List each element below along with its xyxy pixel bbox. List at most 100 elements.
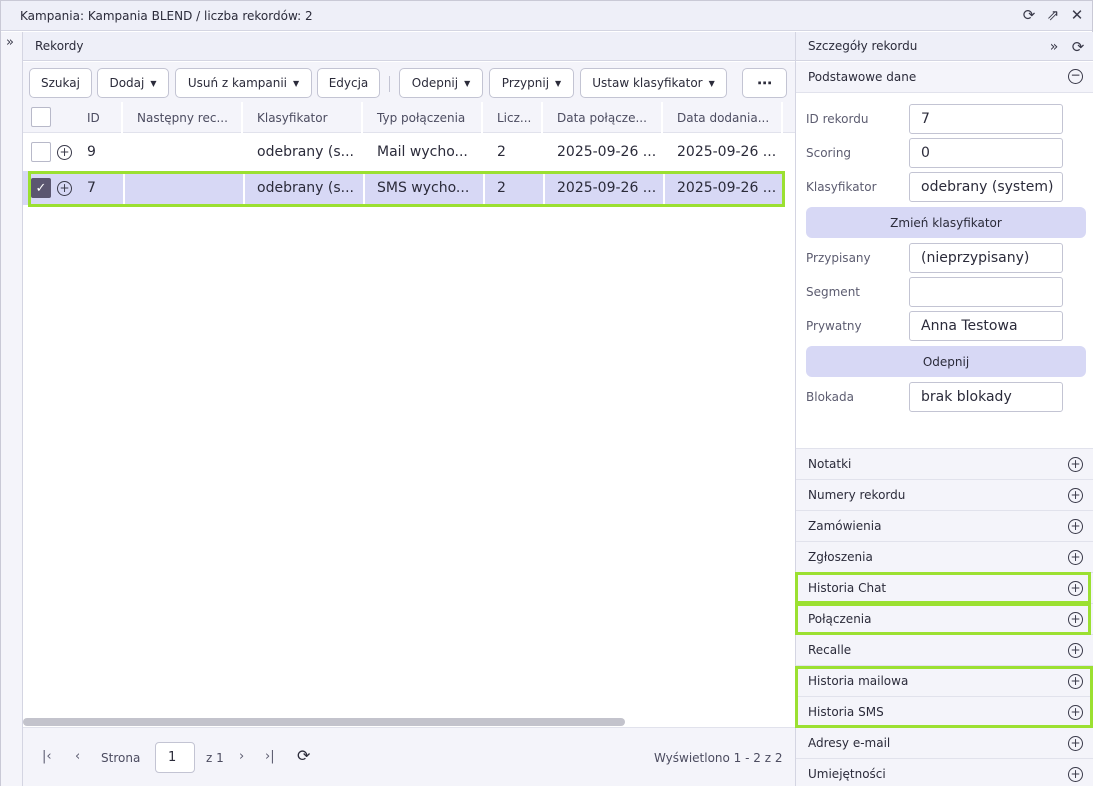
- column-id[interactable]: ID: [75, 102, 123, 133]
- column-next-record-label: Następny rec...: [137, 110, 228, 125]
- scoring-field[interactable]: 0: [909, 138, 1063, 168]
- add-button-label: Dodaj: [109, 76, 145, 90]
- basic-data-title: Podstawowe dane: [808, 70, 917, 84]
- expand-plus-icon[interactable]: +: [1068, 457, 1083, 472]
- set-classifier-label: Ustaw klasyfikator: [592, 76, 703, 90]
- unpin-details-label: Odepnij: [922, 354, 970, 369]
- page-number-input[interactable]: 1: [155, 742, 195, 773]
- more-button[interactable]: ⋯: [742, 68, 787, 98]
- private-field[interactable]: Anna Testowa: [909, 311, 1063, 341]
- refresh-icon[interactable]: ⟳: [297, 746, 310, 765]
- column-connection-type[interactable]: Typ połączenia: [365, 102, 483, 133]
- section-recalls[interactable]: Recalle +: [796, 634, 1093, 665]
- assigned-label: Przypisany: [806, 251, 871, 265]
- records-toolbar: Szukaj Dodaj ▼ Usuń z kampanii ▼ Edycja Od…: [23, 62, 795, 102]
- horizontal-scrollbar[interactable]: [23, 718, 625, 726]
- classifier-field[interactable]: odebrany (system): [909, 172, 1063, 202]
- section-orders-label: Zamówienia: [808, 519, 882, 533]
- column-count[interactable]: Licz...: [485, 102, 543, 133]
- caret-down-icon: ▼: [708, 78, 715, 88]
- external-link-icon[interactable]: ⇗: [1044, 6, 1062, 24]
- expand-plus-icon[interactable]: +: [1068, 767, 1083, 782]
- unpin-details-button[interactable]: Odepnij: [806, 346, 1086, 377]
- section-tickets[interactable]: Zgłoszenia +: [796, 541, 1093, 572]
- window-title: Kampania: Kampania BLEND / liczba rekord…: [20, 9, 313, 23]
- scoring-label: Scoring: [806, 146, 852, 160]
- expand-plus-icon[interactable]: +: [1068, 550, 1083, 565]
- section-notes[interactable]: Notatki +: [796, 448, 1093, 479]
- section-record-numbers[interactable]: Numery rekordu +: [796, 479, 1093, 510]
- change-classifier-label: Zmień klasyfikator: [890, 215, 1002, 230]
- remove-from-campaign-button[interactable]: Usuń z kampanii ▼: [175, 68, 312, 98]
- private-label: Prywatny: [806, 319, 862, 333]
- column-date-added[interactable]: Data dodania...: [665, 102, 783, 133]
- column-connection-date-label: Data połącze...: [557, 110, 647, 125]
- record-id-field[interactable]: 7: [909, 104, 1063, 134]
- refresh-icon[interactable]: ⟳: [1020, 6, 1038, 24]
- cell-date-added: 2025-09-26 ...: [677, 144, 777, 160]
- collapse-minus-icon[interactable]: −: [1068, 69, 1083, 84]
- assigned-field[interactable]: (nieprzypisany): [909, 243, 1063, 273]
- edit-button[interactable]: Edycja: [317, 68, 380, 98]
- section-tickets-label: Zgłoszenia: [808, 550, 873, 564]
- caret-down-icon: ▼: [293, 78, 300, 88]
- column-next-record[interactable]: Następny rec...: [125, 102, 243, 133]
- cell-classifier: odebrany (s...: [257, 144, 355, 160]
- lock-field[interactable]: brak blokady: [909, 382, 1063, 412]
- column-connection-date[interactable]: Data połącze...: [545, 102, 663, 133]
- caret-down-icon: ▼: [464, 78, 471, 88]
- section-orders[interactable]: Zamówienia +: [796, 510, 1093, 541]
- caret-down-icon: ▼: [150, 78, 157, 88]
- records-title: Rekordy: [35, 39, 84, 53]
- search-button-label: Szukaj: [41, 76, 80, 90]
- double-chevron-right-icon[interactable]: »: [6, 35, 14, 50]
- unpin-button[interactable]: Odepnij ▼: [399, 68, 483, 98]
- select-all-checkbox[interactable]: [31, 107, 51, 127]
- close-icon[interactable]: ✕: [1068, 6, 1086, 24]
- records-panel: Rekordy Szukaj Dodaj ▼ Usuń z kampanii ▼ E…: [23, 32, 795, 786]
- column-classifier-label: Klasyfikator: [257, 110, 328, 125]
- page-count-label: z 1: [206, 751, 224, 765]
- cell-connection-date: 2025-09-26 ...: [557, 144, 657, 160]
- refresh-icon[interactable]: ⟳: [1069, 38, 1087, 56]
- section-skills-label: Umiejętności: [808, 767, 886, 781]
- highlight-outline: [795, 572, 1091, 604]
- prev-page-icon[interactable]: ‹: [75, 749, 80, 764]
- segment-field[interactable]: [909, 277, 1063, 307]
- edit-button-label: Edycja: [328, 76, 369, 90]
- highlight-outline: [795, 603, 1091, 635]
- last-page-icon[interactable]: ›|: [265, 749, 275, 764]
- pagination-bar: |‹ ‹ Strona 1 z 1 › ›| ⟳ Wyświetlono 1 -…: [23, 727, 795, 786]
- details-title: Szczegóły rekordu: [808, 39, 918, 53]
- section-record-numbers-label: Numery rekordu: [808, 488, 906, 502]
- table-row[interactable]: + 9 odebrany (s... Mail wycho... 2 2025-…: [23, 135, 795, 169]
- section-skills[interactable]: Umiejętności +: [796, 758, 1093, 786]
- column-count-label: Licz...: [497, 110, 532, 125]
- details-header: Szczegóły rekordu » ⟳: [796, 32, 1093, 61]
- record-id-label: ID rekordu: [806, 112, 869, 126]
- toolbar-divider: [389, 76, 390, 92]
- more-icon: ⋯: [757, 74, 772, 92]
- search-button[interactable]: Szukaj: [29, 68, 92, 98]
- expand-plus-icon[interactable]: +: [1068, 736, 1083, 751]
- expand-plus-icon[interactable]: +: [1068, 519, 1083, 534]
- expand-plus-icon[interactable]: +: [1068, 488, 1083, 503]
- change-classifier-button[interactable]: Zmień klasyfikator: [806, 207, 1086, 238]
- expand-plus-icon[interactable]: +: [1068, 643, 1083, 658]
- campaign-window: Kampania: Kampania BLEND / liczba rekord…: [0, 0, 1093, 786]
- basic-data-section-header[interactable]: Podstawowe dane −: [796, 62, 1093, 93]
- section-email-addresses[interactable]: Adresy e-mail +: [796, 727, 1093, 758]
- pin-button[interactable]: Przypnij ▼: [489, 68, 574, 98]
- first-page-icon[interactable]: |‹: [42, 749, 52, 764]
- window-titlebar: Kampania: Kampania BLEND / liczba rekord…: [1, 1, 1092, 31]
- set-classifier-button[interactable]: Ustaw klasyfikator ▼: [580, 68, 727, 98]
- highlight-outline: [28, 171, 785, 207]
- column-classifier[interactable]: Klasyfikator: [245, 102, 363, 133]
- caret-down-icon: ▼: [555, 78, 562, 88]
- row-checkbox[interactable]: [31, 142, 51, 162]
- next-page-icon[interactable]: ›: [239, 749, 244, 764]
- double-chevron-right-icon[interactable]: »: [1045, 38, 1063, 56]
- add-button[interactable]: Dodaj ▼: [97, 68, 169, 98]
- expand-plus-icon[interactable]: +: [57, 145, 72, 160]
- record-details-panel: Szczegóły rekordu » ⟳ Podstawowe dane − …: [795, 32, 1093, 786]
